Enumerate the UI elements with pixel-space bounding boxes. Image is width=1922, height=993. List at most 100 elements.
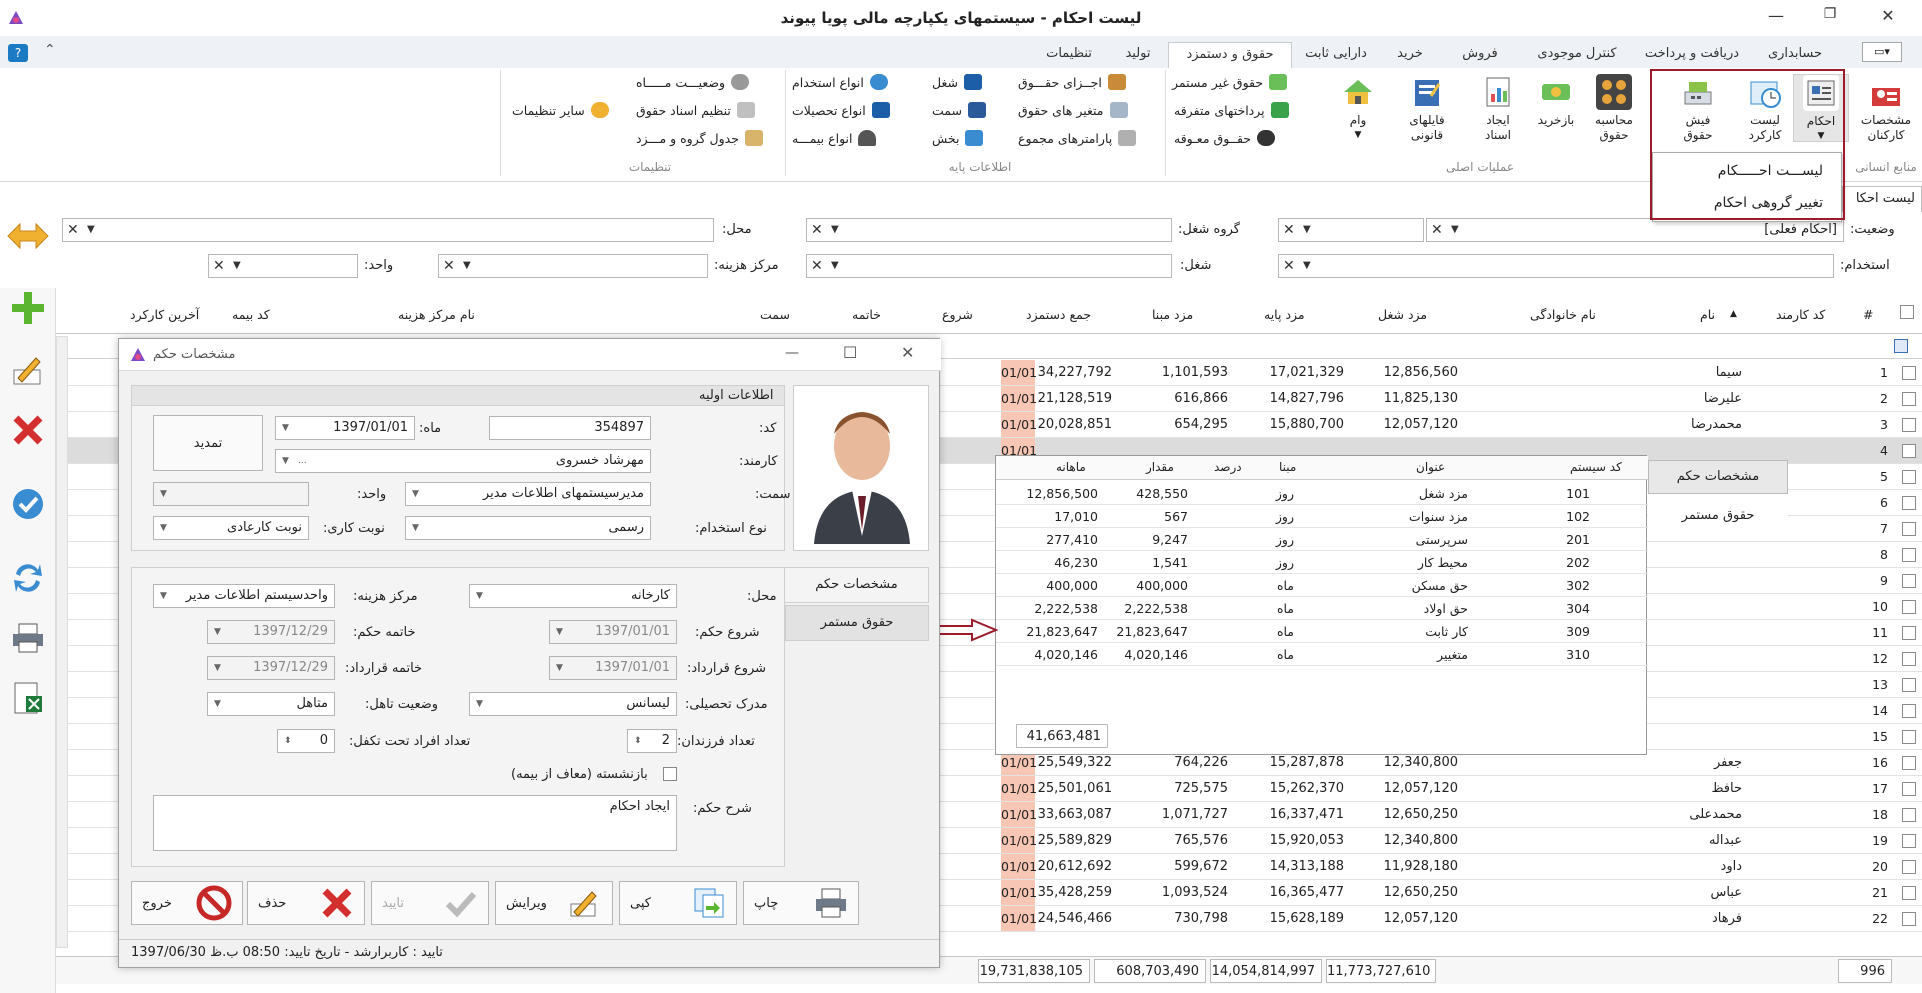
popup-row[interactable]: 201 سرپرستی روز 9,247 277,410 bbox=[996, 528, 1648, 551]
education-input[interactable]: لیسانس ▼ bbox=[469, 692, 677, 716]
employment-types-item[interactable]: انواع استخدام bbox=[792, 74, 888, 90]
chevron-down-icon[interactable]: ▼ bbox=[412, 483, 419, 505]
popup-row[interactable]: 304 حق اولاد ماه 2,222,538 2,222,538 bbox=[996, 597, 1648, 620]
salary-variables-item[interactable]: متغیر های حقوق bbox=[1018, 102, 1128, 118]
job-item[interactable]: شغل bbox=[932, 74, 982, 90]
col-start[interactable]: شروع bbox=[942, 307, 973, 322]
close-icon[interactable]: ✕ bbox=[1876, 6, 1900, 28]
ellipsis-icon[interactable]: ... bbox=[298, 450, 307, 472]
tab-accounting[interactable]: حسابداری bbox=[1750, 42, 1840, 68]
row-checkbox[interactable] bbox=[1902, 548, 1916, 562]
row-checkbox[interactable] bbox=[1902, 652, 1916, 666]
col-total[interactable]: جمع دستمزد bbox=[1026, 307, 1091, 322]
tab-payroll[interactable]: حقوق و دستمزد bbox=[1168, 42, 1292, 68]
buyback-button[interactable]: بازخرید bbox=[1528, 74, 1584, 128]
cost-center-input[interactable]: واحدسیستم اطلاعات مدیر ▼ bbox=[153, 584, 335, 608]
restore-icon[interactable]: ❐ bbox=[1818, 6, 1842, 28]
grid-scrollbar[interactable] bbox=[56, 336, 68, 948]
row-checkbox[interactable] bbox=[1902, 808, 1916, 822]
chevron-down-icon[interactable]: ▼ bbox=[214, 657, 221, 679]
unit-combo[interactable]: ✕ ▼ bbox=[208, 254, 358, 278]
unit-input[interactable]: ▼ bbox=[153, 482, 309, 506]
chevron-down-icon[interactable]: ▼ bbox=[282, 417, 289, 439]
section-item[interactable]: بخش bbox=[932, 130, 984, 146]
salary-doc-settings-item[interactable]: تنظیم اسناد حقوق bbox=[636, 102, 755, 118]
chevron-down-icon[interactable]: ▼ bbox=[160, 517, 167, 539]
col-last-name[interactable]: نام خانوادگی bbox=[1530, 307, 1596, 322]
row-checkbox[interactable] bbox=[1902, 626, 1916, 640]
chevron-down-icon[interactable]: ▼ bbox=[214, 693, 221, 715]
confirm-icon[interactable] bbox=[8, 484, 48, 524]
chevron-down-icon[interactable]: ▼ bbox=[556, 621, 563, 643]
employment-type-input[interactable]: رسمی ▼ bbox=[405, 516, 651, 540]
dependents-stepper[interactable]: 0 ⬍ bbox=[277, 729, 335, 753]
job-combo[interactable]: ✕ ▼ bbox=[806, 254, 1172, 278]
doc-tab[interactable]: لیست احکا bbox=[1842, 186, 1922, 212]
row-checkbox[interactable] bbox=[1902, 522, 1916, 536]
tab-receive-pay[interactable]: دریافت و پرداخت bbox=[1634, 42, 1750, 68]
clear-icon[interactable]: ✕ bbox=[67, 219, 79, 241]
non-continuous-item[interactable]: حقوق غیر مستمر bbox=[1172, 74, 1288, 90]
row-checkbox[interactable] bbox=[1902, 886, 1916, 900]
deferred-salary-item[interactable]: حقــوق معـوقه bbox=[1174, 130, 1276, 146]
popup-row[interactable]: 101 مزد شغل روز 428,550 12,856,500 bbox=[996, 482, 1648, 505]
tab-purchase[interactable]: خرید bbox=[1380, 42, 1440, 68]
delete-icon[interactable] bbox=[8, 410, 48, 450]
col-base-wage[interactable]: مزد پایه bbox=[1264, 307, 1305, 322]
legal-files-button[interactable]: فایلهای قانونی bbox=[1394, 74, 1460, 143]
col-mabna[interactable]: مزد مبنا bbox=[1152, 307, 1193, 322]
row-checkbox[interactable] bbox=[1902, 574, 1916, 588]
misc-payments-item[interactable]: پرداختهای متفرقه bbox=[1174, 102, 1289, 118]
help-icon[interactable]: ? bbox=[8, 44, 28, 62]
job-group-combo[interactable]: ✕ ▼ bbox=[806, 218, 1172, 242]
code-input[interactable]: 354897 bbox=[489, 416, 651, 440]
popup-row[interactable]: 309 کار ثابت ماه 21,823,647 21,823,647 bbox=[996, 620, 1648, 643]
decree-start-input[interactable]: 1397/01/01 ▼ bbox=[549, 620, 677, 644]
row-checkbox[interactable] bbox=[1902, 912, 1916, 926]
row-checkbox[interactable] bbox=[1902, 496, 1916, 510]
swap-arrows-icon[interactable] bbox=[6, 220, 50, 252]
clear-icon[interactable]: ✕ bbox=[811, 219, 823, 241]
tab-decree-specs[interactable]: مشخصات حکم bbox=[785, 567, 929, 603]
shift-input[interactable]: نوبت کارعادی ▼ bbox=[153, 516, 309, 540]
group-wage-table-item[interactable]: جدول گروه و مـــزد bbox=[636, 130, 763, 146]
education-types-item[interactable]: انواع تحصیلات bbox=[792, 102, 890, 118]
col-end[interactable]: خاتمه bbox=[852, 307, 881, 322]
delete-button[interactable]: حذف bbox=[247, 881, 365, 925]
create-docs-button[interactable]: ایجاد اسناد bbox=[1470, 74, 1526, 143]
filter-row-icon[interactable] bbox=[1894, 339, 1908, 353]
place-combo[interactable]: ✕ ▼ bbox=[62, 218, 714, 242]
contract-end-input[interactable]: 1397/12/29 ▼ bbox=[207, 656, 335, 680]
copy-button[interactable]: کپی bbox=[619, 881, 737, 925]
other-settings-item[interactable]: سایر تنظیمات bbox=[512, 102, 609, 118]
row-checkbox[interactable] bbox=[1902, 704, 1916, 718]
loan-button[interactable]: وام ▼ bbox=[1330, 74, 1386, 143]
row-checkbox[interactable] bbox=[1902, 756, 1916, 770]
popup-row[interactable]: 310 متغییر ماه 4,020,146 4,020,146 bbox=[996, 643, 1648, 666]
col-first-name[interactable]: نام bbox=[1700, 307, 1715, 322]
tab-sales[interactable]: فروش bbox=[1440, 42, 1520, 68]
dialog-maximize-icon[interactable]: ☐ bbox=[843, 343, 857, 362]
row-checkbox[interactable] bbox=[1902, 600, 1916, 614]
chevron-down-icon[interactable]: ▼ bbox=[1303, 255, 1311, 277]
marital-input[interactable]: متاهل ▼ bbox=[207, 692, 335, 716]
tab-inventory[interactable]: کنترل موجودی bbox=[1520, 42, 1634, 68]
popup-row[interactable]: 102 مزد سنوات روز 567 17,010 bbox=[996, 505, 1648, 528]
row-checkbox[interactable] bbox=[1902, 366, 1916, 380]
employee-input[interactable]: مهرشاد خسروی... ▼ bbox=[275, 449, 651, 473]
popup-row[interactable]: 202 محیط کار روز 1,541 46,230 bbox=[996, 551, 1648, 574]
row-checkbox[interactable] bbox=[1902, 444, 1916, 458]
popup-row[interactable]: 302 حق مسکن ماه 400,000 400,000 bbox=[996, 574, 1648, 597]
decree-end-input[interactable]: 1397/12/29 ▼ bbox=[207, 620, 335, 644]
insurance-types-item[interactable]: انواع بیمـــه bbox=[792, 130, 877, 146]
excel-export-icon[interactable] bbox=[8, 678, 48, 718]
row-checkbox[interactable] bbox=[1902, 678, 1916, 692]
salary-components-item[interactable]: اجــزای حقـــوق bbox=[1018, 74, 1126, 90]
month-status-item[interactable]: وضعیـــت مـــــاه bbox=[636, 74, 750, 90]
cost-center-combo[interactable]: ✕ ▼ bbox=[438, 254, 708, 278]
clear-icon[interactable]: ✕ bbox=[1283, 219, 1295, 241]
chevron-down-icon[interactable]: ▼ bbox=[87, 219, 95, 241]
edit-icon[interactable] bbox=[8, 350, 48, 390]
exit-button[interactable]: خروج bbox=[131, 881, 243, 925]
chevron-down-icon[interactable]: ▼ bbox=[412, 517, 419, 539]
